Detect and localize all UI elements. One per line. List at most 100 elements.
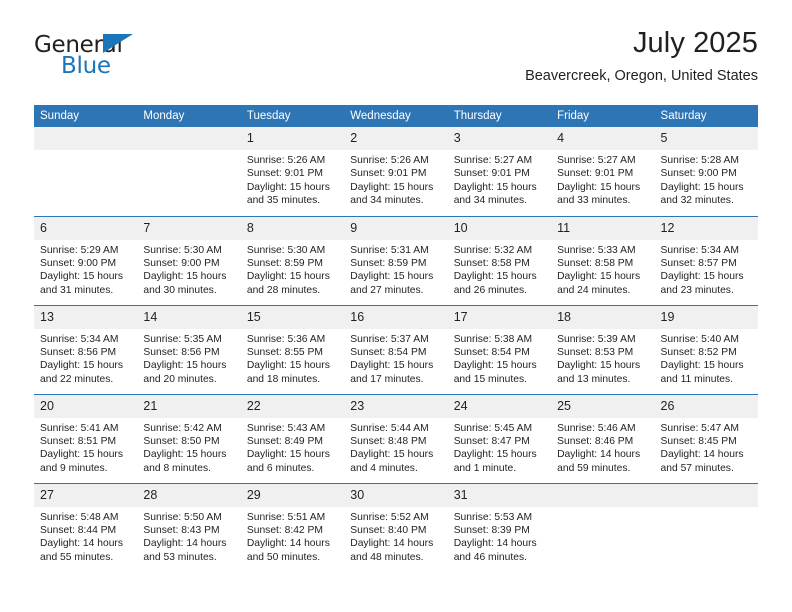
calendar-day-cell[interactable]: 12 Sunrise: 5:34 AM Sunset: 8:57 PM Dayligh…	[654, 215, 758, 305]
location-subtitle: Beavercreek, Oregon, United States	[525, 68, 758, 84]
day-number: 11	[551, 216, 655, 240]
sunset-text: Sunset: 9:01 PM	[350, 168, 427, 180]
daylight-text: Daylight: 14 hours and 48 minutes.	[350, 538, 434, 563]
sunrise-text: Sunrise: 5:41 AM	[40, 422, 119, 434]
sunset-text: Sunset: 8:44 PM	[40, 524, 117, 536]
weekday-header-tuesday: Tuesday	[240, 105, 345, 127]
calendar-week-row: 6 Sunrise: 5:29 AM Sunset: 9:00 PM Daylight…	[34, 215, 758, 305]
sunset-text: Sunset: 8:50 PM	[143, 435, 220, 447]
sunset-text: Sunset: 8:59 PM	[350, 257, 427, 269]
calendar-day-cell[interactable]: 1 Sunrise: 5:26 AM Sunset: 9:01 PM Daylight…	[240, 127, 345, 216]
sunrise-text: Sunrise: 5:27 AM	[557, 155, 636, 166]
sunrise-text: Sunrise: 5:31 AM	[350, 244, 429, 256]
day-number: 16	[344, 305, 448, 329]
day-sun-info: Sunrise: 5:26 AM Sunset: 9:01 PM Daylight:…	[344, 150, 447, 208]
daylight-text: Daylight: 14 hours and 46 minutes.	[453, 538, 537, 563]
sunrise-text: Sunrise: 5:30 AM	[143, 244, 222, 256]
sunset-text: Sunset: 9:00 PM	[660, 168, 737, 180]
daylight-text: Daylight: 15 hours and 28 minutes.	[246, 271, 330, 296]
daylight-text: Daylight: 15 hours and 15 minutes.	[453, 360, 537, 385]
sunset-text: Sunset: 9:01 PM	[557, 168, 634, 180]
calendar-day-cell[interactable]: 8 Sunrise: 5:30 AM Sunset: 8:59 PM Daylight…	[240, 215, 345, 305]
daylight-text: Daylight: 14 hours and 53 minutes.	[143, 538, 227, 563]
calendar-day-cell[interactable]: 15 Sunrise: 5:36 AM Sunset: 8:55 PM Dayligh…	[240, 304, 345, 394]
sunset-text: Sunset: 8:45 PM	[660, 435, 737, 447]
daylight-text: Daylight: 15 hours and 4 minutes.	[350, 449, 434, 474]
daylight-text: Daylight: 14 hours and 57 minutes.	[660, 449, 744, 474]
calendar-day-cell[interactable]: 16 Sunrise: 5:37 AM Sunset: 8:54 PM Dayligh…	[344, 304, 448, 394]
calendar-day-cell[interactable]: 4 Sunrise: 5:27 AM Sunset: 9:01 PM Daylight…	[551, 127, 655, 216]
daylight-text: Daylight: 15 hours and 31 minutes.	[40, 271, 123, 296]
day-sun-info: Sunrise: 5:28 AM Sunset: 9:00 PM Daylight:…	[655, 150, 758, 208]
daylight-text: Daylight: 15 hours and 30 minutes.	[143, 271, 227, 296]
calendar-day-cell[interactable]: 2 Sunrise: 5:26 AM Sunset: 9:01 PM Daylight…	[344, 127, 448, 216]
calendar-day-cell[interactable]: 18 Sunrise: 5:39 AM Sunset: 8:53 PM Dayligh…	[551, 304, 655, 394]
calendar-day-cell[interactable]: 13 Sunrise: 5:34 AM Sunset: 8:56 PM Dayligh…	[34, 304, 138, 394]
sunset-text: Sunset: 9:01 PM	[246, 168, 323, 180]
day-number: 12	[654, 216, 758, 240]
calendar-day-cell[interactable]: 5 Sunrise: 5:28 AM Sunset: 9:00 PM Daylight…	[654, 127, 758, 216]
calendar-table: Sunday Monday Tuesday Wednesday Thursday…	[34, 105, 758, 572]
day-number: 26	[654, 394, 758, 418]
triangle-icon	[103, 34, 133, 53]
day-number: 27	[34, 483, 138, 507]
calendar-day-cell[interactable]: 17 Sunrise: 5:38 AM Sunset: 8:54 PM Dayligh…	[447, 304, 552, 394]
daylight-text: Daylight: 15 hours and 24 minutes.	[557, 271, 641, 296]
sunrise-text: Sunrise: 5:52 AM	[350, 511, 429, 523]
calendar-day-cell[interactable]: 11 Sunrise: 5:33 AM Sunset: 8:58 PM Dayligh…	[551, 215, 655, 305]
daylight-text: Daylight: 15 hours and 8 minutes.	[143, 449, 227, 474]
calendar-day-cell-empty	[654, 482, 758, 572]
sunset-text: Sunset: 8:58 PM	[557, 257, 634, 269]
calendar-day-cell-empty	[34, 127, 138, 216]
day-number: 30	[344, 483, 448, 507]
sunset-text: Sunset: 9:00 PM	[143, 257, 220, 269]
daylight-text: Daylight: 15 hours and 34 minutes.	[453, 181, 537, 207]
calendar-day-cell[interactable]: 7 Sunrise: 5:30 AM Sunset: 9:00 PM Daylight…	[137, 215, 241, 305]
day-sun-info: Sunrise: 5:51 AM Sunset: 8:42 PM Daylight:…	[241, 507, 344, 565]
calendar-day-cell[interactable]: 20 Sunrise: 5:41 AM Sunset: 8:51 PM Dayligh…	[34, 393, 138, 483]
calendar-day-cell[interactable]: 22 Sunrise: 5:43 AM Sunset: 8:49 PM Dayligh…	[240, 393, 345, 483]
calendar-week-row: 27 Sunrise: 5:48 AM Sunset: 8:44 PM Dayligh…	[34, 482, 758, 572]
day-sun-info: Sunrise: 5:29 AM Sunset: 9:00 PM Daylight:…	[34, 240, 137, 298]
day-number: 19	[654, 305, 758, 329]
sunset-text: Sunset: 8:51 PM	[40, 435, 117, 447]
day-sun-info: Sunrise: 5:38 AM Sunset: 8:54 PM Daylight:…	[448, 329, 551, 387]
day-number: 17	[447, 305, 552, 329]
sunset-text: Sunset: 8:56 PM	[143, 346, 220, 358]
calendar-day-cell[interactable]: 9 Sunrise: 5:31 AM Sunset: 8:59 PM Daylight…	[344, 215, 448, 305]
calendar-day-cell[interactable]: 31 Sunrise: 5:53 AM Sunset: 8:39 PM Dayligh…	[447, 482, 552, 572]
calendar-day-cell[interactable]: 10 Sunrise: 5:32 AM Sunset: 8:58 PM Dayligh…	[447, 215, 552, 305]
daylight-text: Daylight: 14 hours and 59 minutes.	[557, 449, 641, 474]
sunrise-text: Sunrise: 5:26 AM	[350, 155, 429, 166]
calendar-day-cell[interactable]: 25 Sunrise: 5:46 AM Sunset: 8:46 PM Dayligh…	[551, 393, 655, 483]
day-number: 3	[447, 127, 552, 150]
sunset-text: Sunset: 9:01 PM	[453, 168, 530, 180]
calendar-day-cell[interactable]: 27 Sunrise: 5:48 AM Sunset: 8:44 PM Dayligh…	[34, 482, 138, 572]
daylight-text: Daylight: 14 hours and 55 minutes.	[40, 538, 123, 563]
calendar-day-cell[interactable]: 3 Sunrise: 5:27 AM Sunset: 9:01 PM Daylight…	[447, 127, 552, 216]
calendar-day-cell[interactable]: 21 Sunrise: 5:42 AM Sunset: 8:50 PM Dayligh…	[137, 393, 241, 483]
day-number: 15	[240, 305, 345, 329]
calendar-day-cell[interactable]: 28 Sunrise: 5:50 AM Sunset: 8:43 PM Dayligh…	[137, 482, 241, 572]
calendar-day-cell[interactable]: 23 Sunrise: 5:44 AM Sunset: 8:48 PM Dayligh…	[344, 393, 448, 483]
calendar-week-row: 13 Sunrise: 5:34 AM Sunset: 8:56 PM Dayligh…	[34, 304, 758, 394]
daylight-text: Daylight: 15 hours and 33 minutes.	[557, 181, 641, 207]
daylight-text: Daylight: 15 hours and 22 minutes.	[40, 360, 123, 385]
calendar-day-cell[interactable]: 6 Sunrise: 5:29 AM Sunset: 9:00 PM Daylight…	[34, 215, 138, 305]
daylight-text: Daylight: 15 hours and 20 minutes.	[143, 360, 227, 385]
calendar-day-cell[interactable]: 19 Sunrise: 5:40 AM Sunset: 8:52 PM Dayligh…	[654, 304, 758, 394]
daylight-text: Daylight: 15 hours and 32 minutes.	[660, 181, 744, 207]
page-header: General Blue July 2025 Beavercreek, Oreg…	[34, 26, 758, 98]
sunrise-text: Sunrise: 5:28 AM	[660, 155, 739, 166]
calendar-day-cell[interactable]: 24 Sunrise: 5:45 AM Sunset: 8:47 PM Dayligh…	[447, 393, 552, 483]
day-sun-info: Sunrise: 5:34 AM Sunset: 8:56 PM Daylight:…	[34, 329, 137, 387]
calendar-day-cell[interactable]: 26 Sunrise: 5:47 AM Sunset: 8:45 PM Dayligh…	[654, 393, 758, 483]
daylight-text: Daylight: 15 hours and 6 minutes.	[246, 449, 330, 474]
day-number: 8	[240, 216, 345, 240]
sunrise-text: Sunrise: 5:36 AM	[246, 333, 326, 345]
general-blue-logo: General Blue	[34, 32, 154, 84]
calendar-day-cell[interactable]: 14 Sunrise: 5:35 AM Sunset: 8:56 PM Dayligh…	[137, 304, 241, 394]
calendar-day-cell[interactable]: 29 Sunrise: 5:51 AM Sunset: 8:42 PM Dayligh…	[240, 482, 345, 572]
day-number: 31	[447, 483, 552, 507]
calendar-day-cell[interactable]: 30 Sunrise: 5:52 AM Sunset: 8:40 PM Dayligh…	[344, 482, 448, 572]
